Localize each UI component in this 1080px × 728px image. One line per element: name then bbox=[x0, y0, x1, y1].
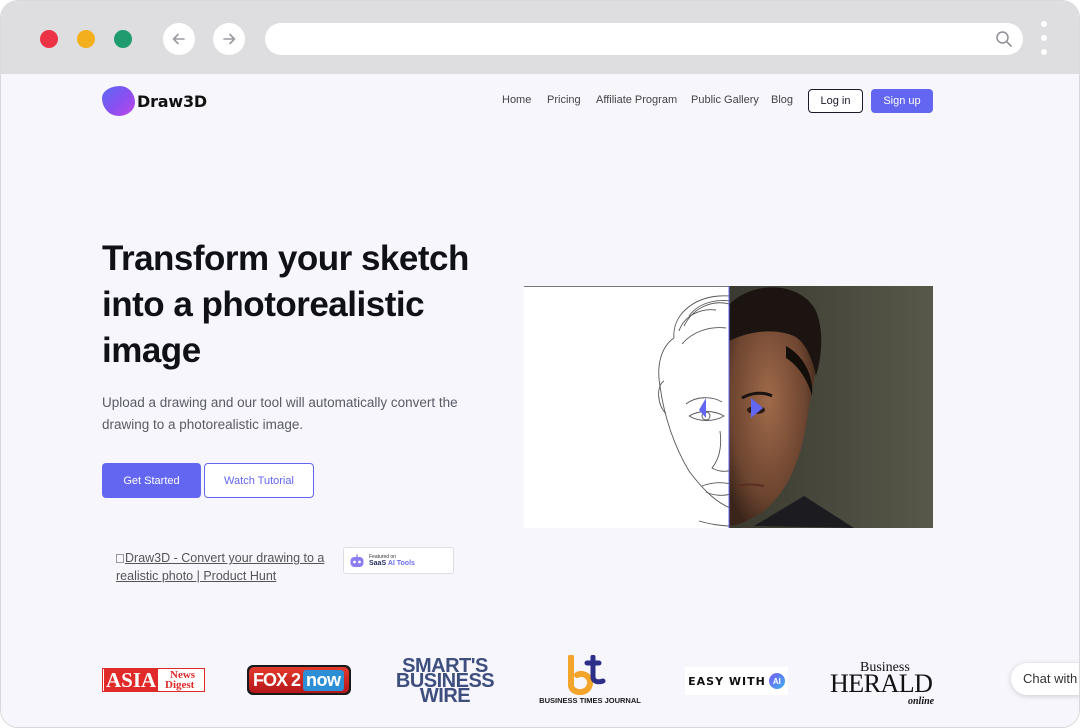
close-window-button[interactable] bbox=[40, 30, 58, 48]
fox2-now-logo[interactable]: FOX 2 now bbox=[247, 665, 351, 695]
herald-online-text: online bbox=[908, 696, 935, 707]
product-hunt-alt-text: Draw3D - Convert your drawing to a reali… bbox=[116, 551, 325, 583]
asia-logo-text: ASIA bbox=[104, 668, 159, 692]
browser-window: Draw3D Home Pricing Affiliate Program Pu… bbox=[0, 0, 1080, 728]
search-icon[interactable] bbox=[995, 30, 1013, 48]
broken-image-icon bbox=[116, 554, 124, 563]
address-bar[interactable] bbox=[265, 23, 1023, 55]
maximize-window-button[interactable] bbox=[114, 30, 132, 48]
forward-button[interactable] bbox=[213, 23, 245, 55]
get-started-button[interactable]: Get Started bbox=[102, 463, 201, 498]
nav-home[interactable]: Home bbox=[502, 94, 531, 106]
saas-brand-suffix: AI Tools bbox=[387, 559, 415, 567]
product-hunt-badge[interactable]: Draw3D - Convert your drawing to a reali… bbox=[116, 549, 331, 585]
nav-pricing[interactable]: Pricing bbox=[547, 94, 581, 106]
herald-text: HERALD bbox=[830, 669, 933, 698]
chat-label: Chat with us bbox=[1023, 671, 1079, 686]
sketch-to-photo-image bbox=[524, 286, 933, 528]
robot-icon bbox=[350, 554, 364, 567]
hero-headline: Transform your sketch into a photorealis… bbox=[102, 239, 469, 370]
logo-icon bbox=[102, 86, 135, 116]
nav-affiliate-program[interactable]: Affiliate Program bbox=[596, 94, 677, 106]
bt-monogram-icon bbox=[568, 655, 606, 695]
smarts-business-wire-logo[interactable]: SMART'S BUSINESS WIRE bbox=[393, 656, 497, 706]
login-button[interactable]: Log in bbox=[808, 89, 863, 113]
webpage: Draw3D Home Pricing Affiliate Program Pu… bbox=[1, 74, 1079, 727]
business-herald-logo[interactable]: Business HERALD online bbox=[830, 655, 934, 707]
hero-subtext: Upload a drawing and our tool will autom… bbox=[102, 395, 458, 432]
nav-public-gallery[interactable]: Public Gallery bbox=[691, 94, 759, 106]
nav-blog[interactable]: Blog bbox=[771, 94, 793, 106]
fox2-text: FOX 2 bbox=[253, 669, 301, 690]
btj-name-text: BUSINESS TIMES JOURNAL bbox=[539, 696, 641, 705]
asia-news-digest-logo[interactable]: ASIA News Digest bbox=[102, 668, 205, 692]
saas-ai-tools-badge[interactable]: Featured on SaaS AI Tools bbox=[343, 547, 454, 574]
saas-brand: SaaS bbox=[369, 559, 387, 567]
back-button[interactable] bbox=[163, 23, 195, 55]
watch-tutorial-button[interactable]: Watch Tutorial bbox=[204, 463, 314, 498]
easy-with-text: EASY WITH bbox=[688, 674, 766, 688]
press-logos: ASIA News Digest FOX 2 now SMART'S BUSIN… bbox=[1, 649, 1079, 709]
brand-logo[interactable]: Draw3D bbox=[102, 86, 207, 116]
business-times-journal-logo[interactable]: BUSINESS TIMES JOURNAL bbox=[537, 655, 643, 707]
chat-widget[interactable]: Chat with us bbox=[1011, 663, 1079, 695]
fox-now-text: now bbox=[303, 669, 344, 691]
browser-toolbar bbox=[1, 1, 1079, 74]
arrow-left-icon bbox=[172, 33, 185, 45]
arrow-right-icon bbox=[223, 33, 236, 45]
signup-button[interactable]: Sign up bbox=[871, 89, 933, 113]
brand-name: Draw3D bbox=[137, 91, 207, 111]
browser-menu-icon[interactable] bbox=[1040, 21, 1048, 57]
asia-logo-digest: Digest bbox=[165, 679, 195, 691]
minimize-window-button[interactable] bbox=[77, 30, 95, 48]
ai-badge: AI bbox=[768, 673, 785, 689]
easy-with-ai-logo[interactable]: EASY WITH AI bbox=[685, 667, 788, 695]
